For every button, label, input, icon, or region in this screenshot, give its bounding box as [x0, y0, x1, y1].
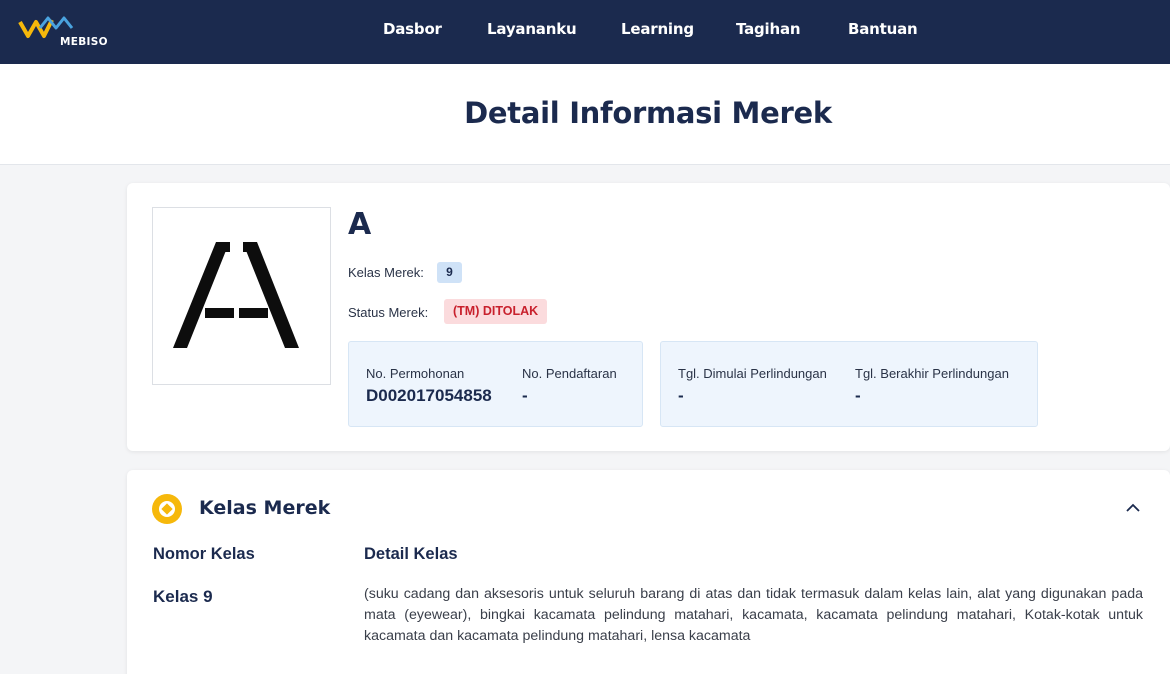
- protection-start-label: Tgl. Dimulai Perlindungan: [678, 366, 827, 381]
- logo-text: MEBISO: [60, 36, 108, 48]
- class-badge: 9: [437, 262, 462, 283]
- nav-learning[interactable]: Learning: [621, 20, 694, 38]
- mebiso-logo[interactable]: MEBISO: [18, 14, 128, 50]
- nav-layananku[interactable]: Layananku: [487, 20, 577, 38]
- chevron-up-icon[interactable]: [1125, 502, 1141, 514]
- nav-dasbor[interactable]: Dasbor: [383, 20, 442, 38]
- protection-end-value: -: [855, 386, 861, 405]
- class-detail-text: (suku cadang dan aksesoris untuk seluruh…: [364, 586, 1143, 644]
- registration-no-label: No. Pendaftaran: [522, 366, 617, 381]
- class-number: Kelas 9: [153, 587, 213, 606]
- protection-end-label: Tgl. Berakhir Perlindungan: [855, 366, 1009, 381]
- page-title: Detail Informasi Merek: [464, 96, 832, 130]
- trademark-logo-a: [173, 242, 299, 348]
- status-label: Status Merek:: [348, 305, 429, 320]
- protection-start-value: -: [678, 386, 684, 405]
- trademark-image: [152, 207, 331, 385]
- status-badge: (TM) DITOLAK: [444, 299, 548, 324]
- trademark-name: A: [348, 207, 372, 242]
- top-navbar: MEBISO Dasbor Layananku Learning Tagihan…: [0, 0, 1170, 64]
- application-no-label: No. Permohonan: [366, 366, 465, 381]
- class-section-title: Kelas Merek: [199, 497, 331, 519]
- page-header: Detail Informasi Merek: [0, 64, 1170, 165]
- nav-bantuan[interactable]: Bantuan: [848, 20, 918, 38]
- class-label: Kelas Merek:: [348, 265, 424, 280]
- application-no-value: D002017054858: [366, 386, 492, 405]
- trademark-info-card: A Kelas Merek: 9 Status Merek: (TM) DITO…: [127, 183, 1170, 451]
- class-section-icon: [152, 494, 182, 524]
- registration-no-value: -: [522, 386, 528, 405]
- protection-info-box: Tgl. Dimulai Perlindungan - Tgl. Berakhi…: [660, 341, 1038, 427]
- nav-tagihan[interactable]: Tagihan: [736, 20, 801, 38]
- column-header-class-detail: Detail Kelas: [364, 545, 458, 563]
- class-section-card: Kelas Merek Nomor Kelas Detail Kelas Kel…: [127, 470, 1170, 674]
- application-info-box: No. Permohonan D002017054858 No. Pendaft…: [348, 341, 643, 427]
- column-header-class-number: Nomor Kelas: [153, 545, 255, 563]
